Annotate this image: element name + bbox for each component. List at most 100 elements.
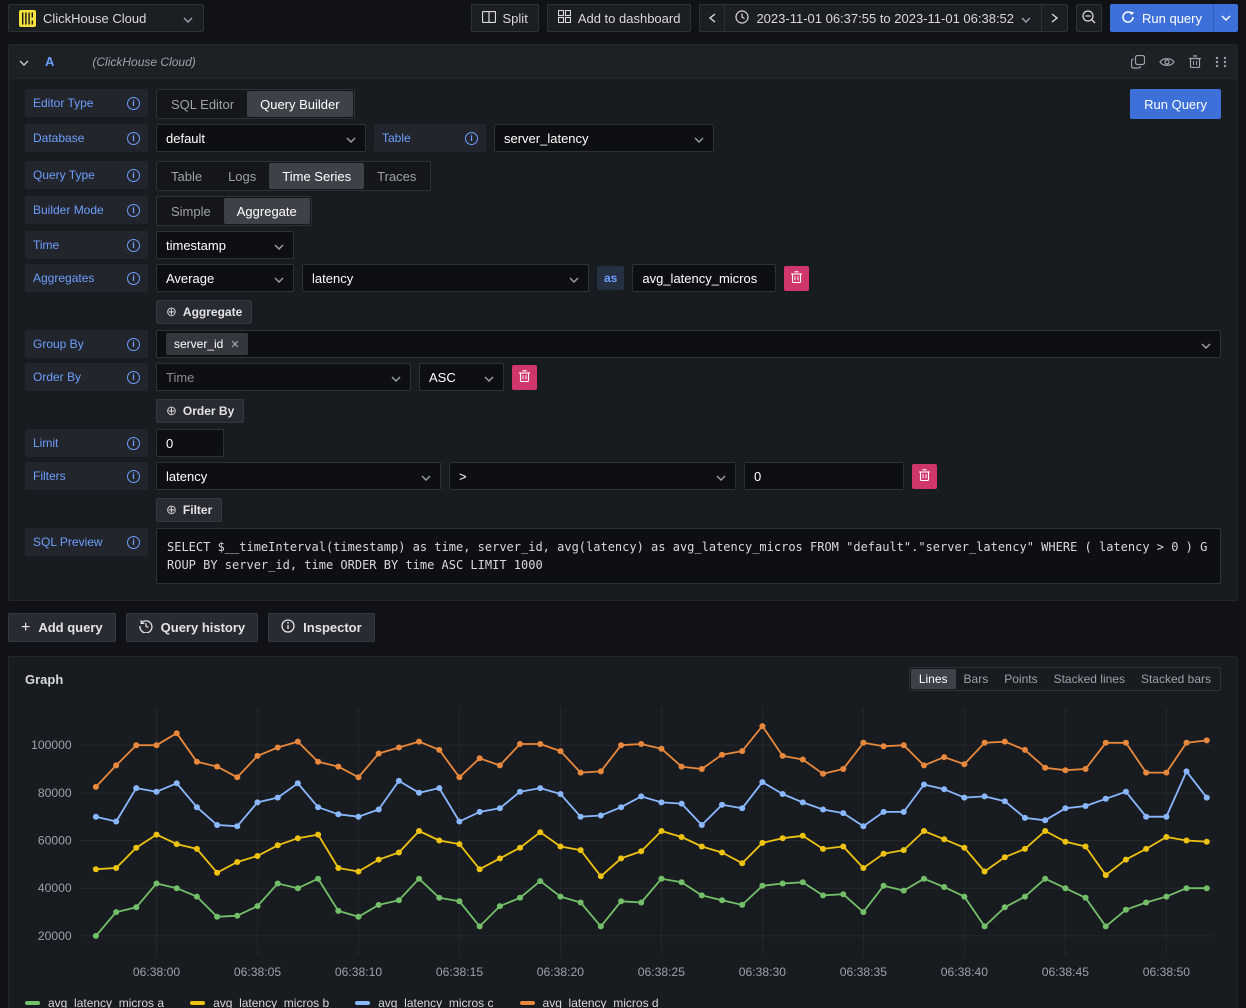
info-icon[interactable]: i — [127, 239, 140, 252]
duplicate-query-icon[interactable] — [1131, 55, 1145, 69]
info-icon[interactable]: i — [127, 338, 140, 351]
info-icon[interactable]: i — [127, 536, 140, 549]
info-icon[interactable]: i — [127, 470, 140, 483]
query-ref-id: A — [45, 54, 54, 69]
remove-aggregate-button[interactable] — [784, 266, 809, 291]
add-to-dashboard-label: Add to dashboard — [578, 11, 681, 26]
editor-type-option-query-builder[interactable]: Query Builder — [247, 91, 352, 117]
chevron-down-icon — [413, 469, 431, 484]
svg-text:06:38:25: 06:38:25 — [638, 965, 686, 979]
run-query-button[interactable]: Run query — [1110, 4, 1213, 32]
info-icon[interactable]: i — [127, 97, 140, 110]
drag-handle-icon[interactable] — [1215, 56, 1227, 68]
time-range-label: 2023-11-01 06:37:55 to 2023-11-01 06:38:… — [756, 11, 1014, 26]
aggregate-column-select[interactable]: latency — [302, 264, 589, 292]
add-aggregate-button[interactable]: ⊕Aggregate — [156, 300, 252, 324]
query-row-header[interactable]: A (ClickHouse Cloud) — [9, 45, 1237, 79]
chevron-down-icon — [561, 271, 579, 286]
svg-text:06:38:10: 06:38:10 — [335, 965, 383, 979]
graph-style-stacked-bars[interactable]: Stacked bars — [1133, 669, 1219, 689]
aggregate-function-select[interactable]: Average — [156, 264, 294, 292]
info-icon[interactable]: i — [127, 169, 140, 182]
add-order-by-button[interactable]: ⊕Order By — [156, 399, 244, 423]
plus-icon: + — [21, 619, 30, 637]
info-icon[interactable]: i — [465, 132, 478, 145]
remove-filter-button[interactable] — [912, 464, 937, 489]
time-shift-back-button[interactable] — [699, 4, 725, 32]
plus-circle-icon: ⊕ — [166, 403, 177, 419]
info-icon[interactable]: i — [127, 272, 140, 285]
zoom-out-button[interactable] — [1076, 4, 1102, 32]
run-query-split-button[interactable]: Run query — [1110, 4, 1238, 32]
legend-color-chip — [190, 1001, 205, 1005]
svg-text:40000: 40000 — [38, 881, 72, 895]
filter-field-select[interactable]: latency — [156, 462, 441, 490]
time-column-select[interactable]: timestamp — [156, 231, 294, 259]
graph-style-bars[interactable]: Bars — [956, 669, 997, 689]
run-query-panel-button[interactable]: Run Query — [1130, 89, 1221, 119]
explore-actions: + Add query Query history Inspector — [8, 613, 1238, 642]
info-icon[interactable]: i — [127, 204, 140, 217]
editor-type-option-sql-editor[interactable]: SQL Editor — [158, 91, 247, 117]
aggregates-label: Aggregatesi — [25, 264, 148, 292]
chevron-down-icon — [708, 469, 726, 484]
filters-label: Filtersi — [25, 462, 148, 490]
filter-operator-select[interactable]: > — [449, 462, 736, 490]
add-to-dashboard-button[interactable]: Add to dashboard — [547, 4, 692, 32]
order-by-field-select[interactable]: Time — [156, 363, 411, 391]
info-icon[interactable]: i — [127, 437, 140, 450]
datasource-picker[interactable]: ClickHouse Cloud — [8, 4, 204, 32]
limit-label: Limiti — [25, 429, 148, 457]
query-editor-panel: A (ClickHouse Cloud) Editor Typei SQL Ed… — [8, 44, 1238, 601]
legend-color-chip — [25, 1001, 40, 1005]
group-by-multiselect[interactable]: server_id ✕ — [156, 330, 1221, 358]
order-by-label: Order Byi — [25, 363, 148, 391]
filter-value-input[interactable] — [744, 462, 904, 490]
database-select[interactable]: default — [156, 124, 366, 152]
graph-style-lines[interactable]: Lines — [911, 669, 956, 689]
time-range-picker[interactable]: 2023-11-01 06:37:55 to 2023-11-01 06:38:… — [725, 4, 1042, 32]
graph-style-points[interactable]: Points — [996, 669, 1045, 689]
query-history-button[interactable]: Query history — [126, 613, 259, 642]
add-query-button[interactable]: + Add query — [8, 613, 116, 642]
info-icon[interactable]: i — [127, 132, 140, 145]
split-button[interactable]: Split — [471, 4, 539, 32]
svg-text:06:38:20: 06:38:20 — [537, 965, 585, 979]
trash-icon — [791, 271, 802, 286]
table-select[interactable]: server_latency — [494, 124, 714, 152]
add-filter-button[interactable]: ⊕Filter — [156, 498, 222, 522]
aggregate-alias-input[interactable] — [632, 264, 776, 292]
chevron-down-icon — [183, 11, 193, 26]
legend-item[interactable]: avg_latency_micros d — [520, 996, 659, 1008]
remove-query-trash-icon[interactable] — [1189, 55, 1201, 68]
hide-response-eye-icon[interactable] — [1159, 56, 1175, 68]
remove-tag-icon[interactable]: ✕ — [230, 338, 239, 351]
query-type-option-logs[interactable]: Logs — [215, 163, 269, 189]
query-type-option-traces[interactable]: Traces — [364, 163, 429, 189]
inspector-button[interactable]: Inspector — [268, 613, 375, 642]
time-shift-forward-button[interactable] — [1042, 4, 1068, 32]
svg-text:06:38:15: 06:38:15 — [436, 965, 484, 979]
run-query-caret[interactable] — [1213, 4, 1238, 32]
time-label: Timei — [25, 231, 148, 259]
legend-item[interactable]: avg_latency_micros c — [355, 996, 493, 1008]
builder-mode-option-aggregate[interactable]: Aggregate — [224, 198, 310, 224]
query-type-label: Query Typei — [25, 161, 148, 189]
remove-order-by-button[interactable] — [512, 365, 537, 390]
order-by-direction-select[interactable]: ASC — [419, 363, 504, 391]
info-icon[interactable]: i — [127, 371, 140, 384]
query-type-option-table[interactable]: Table — [158, 163, 215, 189]
chevron-down-icon — [476, 370, 494, 385]
timeseries-chart[interactable]: 2000040000600008000010000006:38:0006:38:… — [17, 697, 1229, 989]
info-circle-icon — [281, 619, 295, 636]
run-query-label: Run query — [1142, 11, 1202, 26]
legend-color-chip — [355, 1001, 370, 1005]
legend-item[interactable]: avg_latency_micros b — [190, 996, 329, 1008]
builder-mode-option-simple[interactable]: Simple — [158, 198, 224, 224]
query-type-option-time-series[interactable]: Time Series — [269, 163, 364, 189]
as-badge: as — [597, 266, 624, 290]
limit-input[interactable] — [156, 429, 224, 457]
legend-item[interactable]: avg_latency_micros a — [25, 996, 164, 1008]
graph-style-stacked-lines[interactable]: Stacked lines — [1046, 669, 1133, 689]
collapse-chevron-icon[interactable] — [19, 54, 29, 69]
